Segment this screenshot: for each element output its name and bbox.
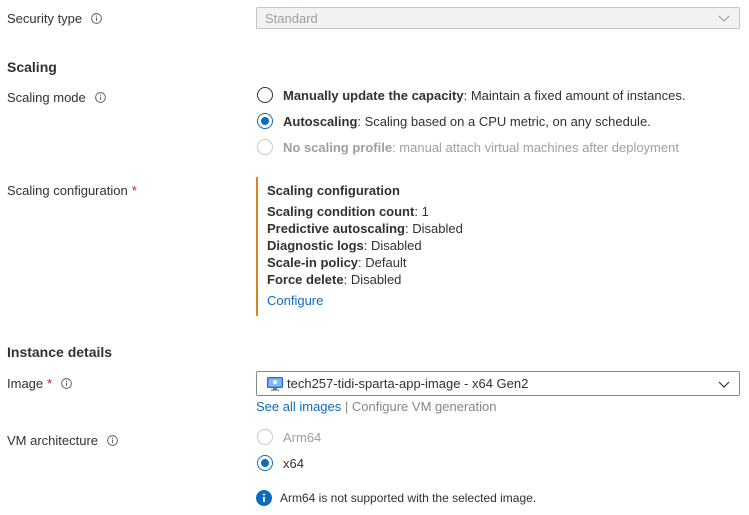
vm-image-icon bbox=[267, 376, 283, 391]
scaling-option-manual-label: Manually update the capacity: Maintain a… bbox=[283, 88, 685, 103]
option-title: Autoscaling bbox=[283, 113, 358, 129]
arch-info-message: Arm64 is not supported with the selected… bbox=[256, 490, 536, 506]
option-desc: : manual attach virtual machines after d… bbox=[392, 139, 679, 155]
radio-button-selected[interactable] bbox=[257, 455, 273, 471]
configure-vm-generation-link: Configure VM generation bbox=[351, 399, 497, 414]
security-type-dropdown[interactable]: Standard bbox=[256, 7, 740, 29]
config-key: Force delete bbox=[267, 272, 344, 287]
image-label-text: Image bbox=[7, 376, 44, 391]
required-mark: * bbox=[47, 376, 53, 391]
see-all-images-link[interactable]: See all images bbox=[256, 399, 341, 414]
image-links: See all images | Configure VM generation bbox=[256, 399, 496, 414]
config-value: : 1 bbox=[414, 204, 429, 219]
required-mark: * bbox=[131, 183, 137, 198]
config-value: : Default bbox=[358, 255, 407, 270]
radio-button-disabled bbox=[257, 139, 273, 155]
chevron-down-icon bbox=[718, 381, 730, 388]
option-title: No scaling profile bbox=[283, 139, 393, 155]
link-separator: | bbox=[344, 399, 349, 414]
config-line-scale-in: Scale-in policy: Default bbox=[267, 255, 406, 270]
arch-info-text: Arm64 is not supported with the selected… bbox=[280, 491, 537, 505]
image-value: tech257-tidi-sparta-app-image - x64 Gen2 bbox=[287, 376, 529, 391]
radio-button[interactable] bbox=[257, 87, 273, 103]
security-type-value: Standard bbox=[265, 10, 318, 26]
info-icon[interactable] bbox=[91, 13, 102, 24]
config-line-condition-count: Scaling condition count: 1 bbox=[267, 204, 429, 219]
scaling-mode-label-text: Scaling mode bbox=[7, 90, 86, 105]
info-icon[interactable] bbox=[61, 378, 73, 389]
scaling-option-none: No scaling profile: manual attach virtua… bbox=[257, 139, 679, 155]
config-line-predictive: Predictive autoscaling: Disabled bbox=[267, 221, 463, 236]
config-value: : Disabled bbox=[363, 238, 422, 253]
config-key: Predictive autoscaling bbox=[267, 221, 405, 236]
scaling-configuration-summary: Scaling configuration Scaling condition … bbox=[256, 177, 516, 316]
info-icon[interactable] bbox=[94, 92, 106, 103]
arch-option-x64-label: x64 bbox=[283, 455, 304, 471]
option-desc: : Scaling based on a CPU metric, on any … bbox=[357, 113, 651, 129]
config-line-diagnostic: Diagnostic logs: Disabled bbox=[267, 238, 422, 253]
image-label: Image * bbox=[7, 376, 73, 391]
scaling-configuration-label: Scaling configuration * bbox=[7, 183, 137, 198]
image-dropdown[interactable]: tech257-tidi-sparta-app-image - x64 Gen2 bbox=[256, 371, 740, 396]
config-summary-title: Scaling configuration bbox=[267, 183, 400, 198]
vm-architecture-label: VM architecture bbox=[7, 433, 118, 448]
config-value: : Disabled bbox=[343, 272, 402, 287]
config-key: Scale-in policy bbox=[267, 255, 359, 270]
scaling-option-manual[interactable]: Manually update the capacity: Maintain a… bbox=[257, 87, 685, 103]
scaling-heading: Scaling bbox=[7, 59, 57, 75]
arch-option-x64[interactable]: x64 bbox=[257, 455, 304, 471]
security-type-label: Security type bbox=[7, 11, 102, 26]
option-title: Manually update the capacity bbox=[283, 87, 464, 103]
radio-button-disabled bbox=[257, 429, 273, 445]
scaling-configuration-label-text: Scaling configuration bbox=[7, 183, 128, 198]
chevron-down-icon bbox=[718, 15, 730, 22]
configure-link[interactable]: Configure bbox=[267, 293, 323, 308]
option-desc: : Maintain a fixed amount of instances. bbox=[463, 87, 686, 103]
scaling-option-autoscaling-label: Autoscaling: Scaling based on a CPU metr… bbox=[283, 114, 651, 129]
arch-option-arm64: Arm64 bbox=[257, 429, 321, 445]
scaling-option-autoscaling[interactable]: Autoscaling: Scaling based on a CPU metr… bbox=[257, 113, 651, 129]
vm-architecture-label-text: VM architecture bbox=[7, 433, 99, 448]
radio-button-selected[interactable] bbox=[257, 113, 273, 129]
config-value: : Disabled bbox=[405, 221, 463, 236]
scaling-mode-label: Scaling mode bbox=[7, 90, 106, 105]
info-filled-icon bbox=[256, 490, 272, 506]
arch-option-arm64-label: Arm64 bbox=[283, 429, 322, 445]
security-type-label-text: Security type bbox=[7, 11, 83, 26]
info-icon[interactable] bbox=[107, 435, 118, 446]
config-line-force-delete: Force delete: Disabled bbox=[267, 272, 401, 287]
config-key: Scaling condition count bbox=[267, 204, 415, 219]
scaling-option-none-label: No scaling profile: manual attach virtua… bbox=[283, 140, 679, 155]
config-key: Diagnostic logs bbox=[267, 238, 364, 253]
instance-details-heading: Instance details bbox=[7, 344, 113, 360]
